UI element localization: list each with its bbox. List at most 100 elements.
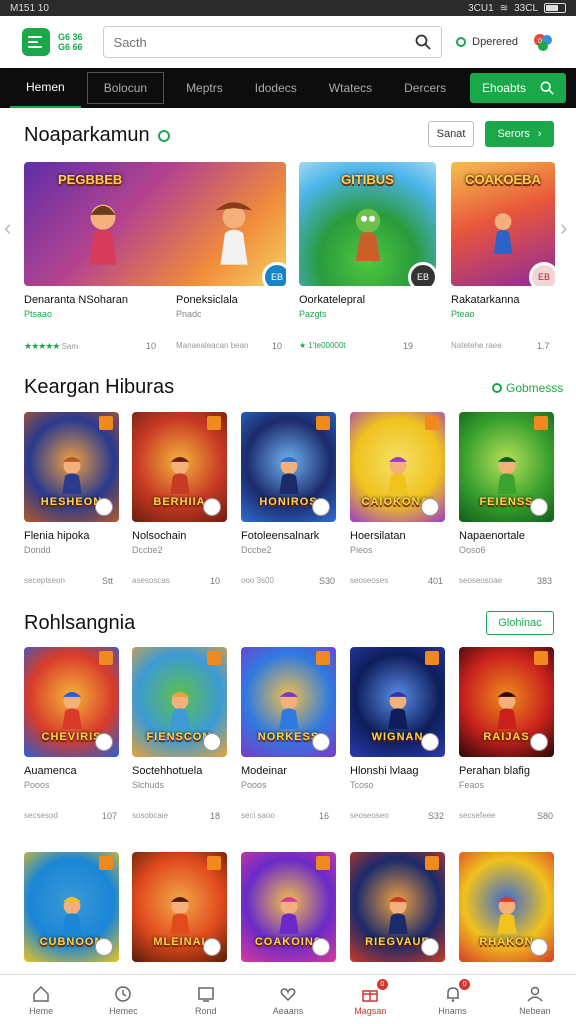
card-meta: Manaealeacan bean — [176, 341, 249, 350]
game-card[interactable]: RHAKON — [459, 852, 554, 962]
share-icon[interactable] — [203, 938, 221, 956]
bottom-nav-label: Rond — [194, 1005, 217, 1016]
new-tag-icon — [425, 651, 439, 665]
art-title: GITIBUS — [341, 172, 394, 187]
game-thumbnail: RIEGVAUE — [350, 852, 445, 962]
card-subtitle: Pooos — [24, 780, 50, 790]
share-icon[interactable] — [530, 733, 548, 751]
game-card[interactable]: HESHEON Flenia hipoka Dondd seceptseon Stt — [24, 412, 119, 592]
hiburan-section: Keargan Hiburas Gobmesss — [0, 372, 576, 402]
nav-cta-label: Ehoabts — [481, 81, 526, 95]
card-title: Auamenca — [24, 765, 77, 777]
tab-bolocun[interactable]: Bolocun — [86, 72, 165, 104]
game-thumbnail: NORKESS — [241, 647, 336, 757]
card-subtitle: Dccbe2 — [132, 545, 163, 555]
character-illustration — [169, 457, 190, 494]
carousel-next-icon[interactable]: › — [560, 215, 567, 241]
card-count: 401 — [428, 576, 444, 586]
game-card[interactable]: FEIENSS Napaenortale Ooso6 seoseosoae 383 — [459, 412, 554, 592]
svg-text:0: 0 — [538, 38, 542, 45]
game-card[interactable]: COAKOINS — [241, 852, 336, 962]
card-meta: seci saoo — [241, 811, 275, 820]
search-icon[interactable] — [415, 34, 431, 50]
card-title: Hoersilatan — [350, 530, 406, 542]
chevron-right-icon: › — [537, 128, 542, 140]
game-thumbnail: MLEINAI — [132, 852, 227, 962]
game-card[interactable]: CAIOKONAI Hoersilatan Pieos seoseoses 401 — [350, 412, 445, 592]
game-card[interactable]: MLEINAI — [132, 852, 227, 962]
share-icon[interactable] — [203, 498, 221, 516]
share-icon[interactable] — [421, 733, 439, 751]
featured-card[interactable]: COAKOEBA EB Rakatarkanna Pteao Natetehe … — [451, 162, 555, 354]
card-title: Soctehhotuela — [132, 765, 203, 777]
tab-dercers[interactable]: Dercers — [388, 68, 462, 108]
share-icon[interactable] — [421, 938, 439, 956]
platform-badge: EB — [262, 262, 286, 286]
link-icon — [492, 383, 502, 393]
game-card[interactable]: RIEGVAUE — [350, 852, 445, 962]
bottom-nav-label: Aeaans — [272, 1005, 304, 1016]
share-icon[interactable] — [421, 498, 439, 516]
bottom-nav-item-rond[interactable]: Rond — [165, 975, 247, 1024]
card-count: 19 — [403, 341, 414, 351]
bottom-nav-item-magsan[interactable]: 0 Magsan — [329, 975, 411, 1024]
share-icon[interactable] — [95, 498, 113, 516]
bottom-nav-item-hemec[interactable]: Hemec — [82, 975, 164, 1024]
tab-idodecs[interactable]: Idodecs — [239, 68, 313, 108]
notification-badge: 0 — [376, 979, 388, 990]
see-all-link[interactable]: Gobmesss — [492, 381, 563, 395]
share-icon[interactable] — [95, 733, 113, 751]
bottom-navigation: Heme Hemec Rond Aeaans 0 Magsan 0 Hnams Nebean — [0, 974, 576, 1024]
card-count: S32 — [428, 811, 445, 821]
featured-thumbnail: PEGBBEB EB — [24, 162, 286, 286]
bottom-nav-item-nebean[interactable]: Nebean — [494, 975, 576, 1024]
tab-wtatecs[interactable]: Wtatecs — [313, 68, 388, 108]
card-subtitle: Pooos — [241, 780, 267, 790]
share-icon[interactable] — [203, 733, 221, 751]
search-input[interactable] — [113, 34, 416, 50]
app-logo[interactable]: G6 36 G6 66 — [22, 28, 83, 56]
search-box[interactable] — [102, 26, 443, 58]
section-action-button[interactable]: Glohinac — [486, 611, 554, 635]
game-card[interactable]: CHEVIRIS Auamenca Pooos secsesod 107 — [24, 647, 119, 827]
share-icon[interactable] — [530, 938, 548, 956]
tab-meptrs[interactable]: Meptrs — [170, 68, 239, 108]
card-subtitle: Dccbe2 — [241, 545, 272, 555]
share-icon[interactable] — [530, 498, 548, 516]
new-tag-icon — [99, 416, 113, 430]
game-card[interactable]: BERHIIA Nolsochain Dccbe2 asesoscas 10 — [132, 412, 227, 592]
game-thumbnail: FIENSCOM — [132, 647, 227, 757]
game-card[interactable]: RAIJAS Perahan blafig Feaos secsefeee S80 — [459, 647, 554, 827]
bottom-nav-item-hnams[interactable]: 0 Hnams — [411, 975, 493, 1024]
game-card[interactable]: WIGNAN Hlonshi lvlaag Tcoso seoseoseo S32 — [350, 647, 445, 827]
share-icon[interactable] — [312, 938, 330, 956]
account-link[interactable]: Dperered — [456, 36, 518, 48]
share-icon[interactable] — [312, 733, 330, 751]
game-card[interactable]: HONIROS Fotoleensalnark Dccbe2 ooo 3s00 S30 — [241, 412, 336, 592]
share-icon[interactable] — [95, 938, 113, 956]
user-icon — [527, 986, 543, 1002]
bottom-nav-item-heme[interactable]: Heme — [0, 975, 82, 1024]
carousel-prev-icon[interactable]: ‹ — [4, 215, 11, 241]
card-title: Modeinar — [241, 765, 287, 777]
bottom-nav-label: Heme — [29, 1005, 54, 1016]
logo-text: G6 36 G6 66 — [58, 32, 83, 52]
featured-primary-button[interactable]: Serors › — [485, 121, 554, 147]
platform-badge: EB — [529, 262, 555, 286]
tab-home[interactable]: Hemen — [10, 68, 81, 108]
card-meta: seoseoseo — [350, 811, 389, 820]
game-card[interactable]: FIENSCOM Soctehhotuela Slchuds sosobcaie 18 — [132, 647, 227, 827]
game-card[interactable]: NORKESS Modeinar Pooos seci saoo 16 — [241, 647, 336, 827]
share-icon[interactable] — [312, 498, 330, 516]
card-rating: ★★★★★ Sam — [24, 341, 79, 351]
bottom-nav-item-aeaans[interactable]: Aeaans — [247, 975, 329, 1024]
nav-search-button[interactable]: Ehoabts — [469, 73, 566, 103]
new-tag-icon — [207, 856, 221, 870]
art-title: COAKOEBA — [465, 172, 541, 187]
card-subtitle: Slchuds — [132, 780, 165, 790]
rewards-icon[interactable]: 0 — [532, 31, 554, 53]
character-illustration — [496, 897, 517, 934]
featured-card[interactable]: GITIBUS EB Oorkatelepral Pazgts ★ 1'te00… — [299, 162, 436, 354]
featured-secondary-button[interactable]: Sanat — [428, 121, 474, 147]
game-card[interactable]: CUBNOON — [24, 852, 119, 962]
